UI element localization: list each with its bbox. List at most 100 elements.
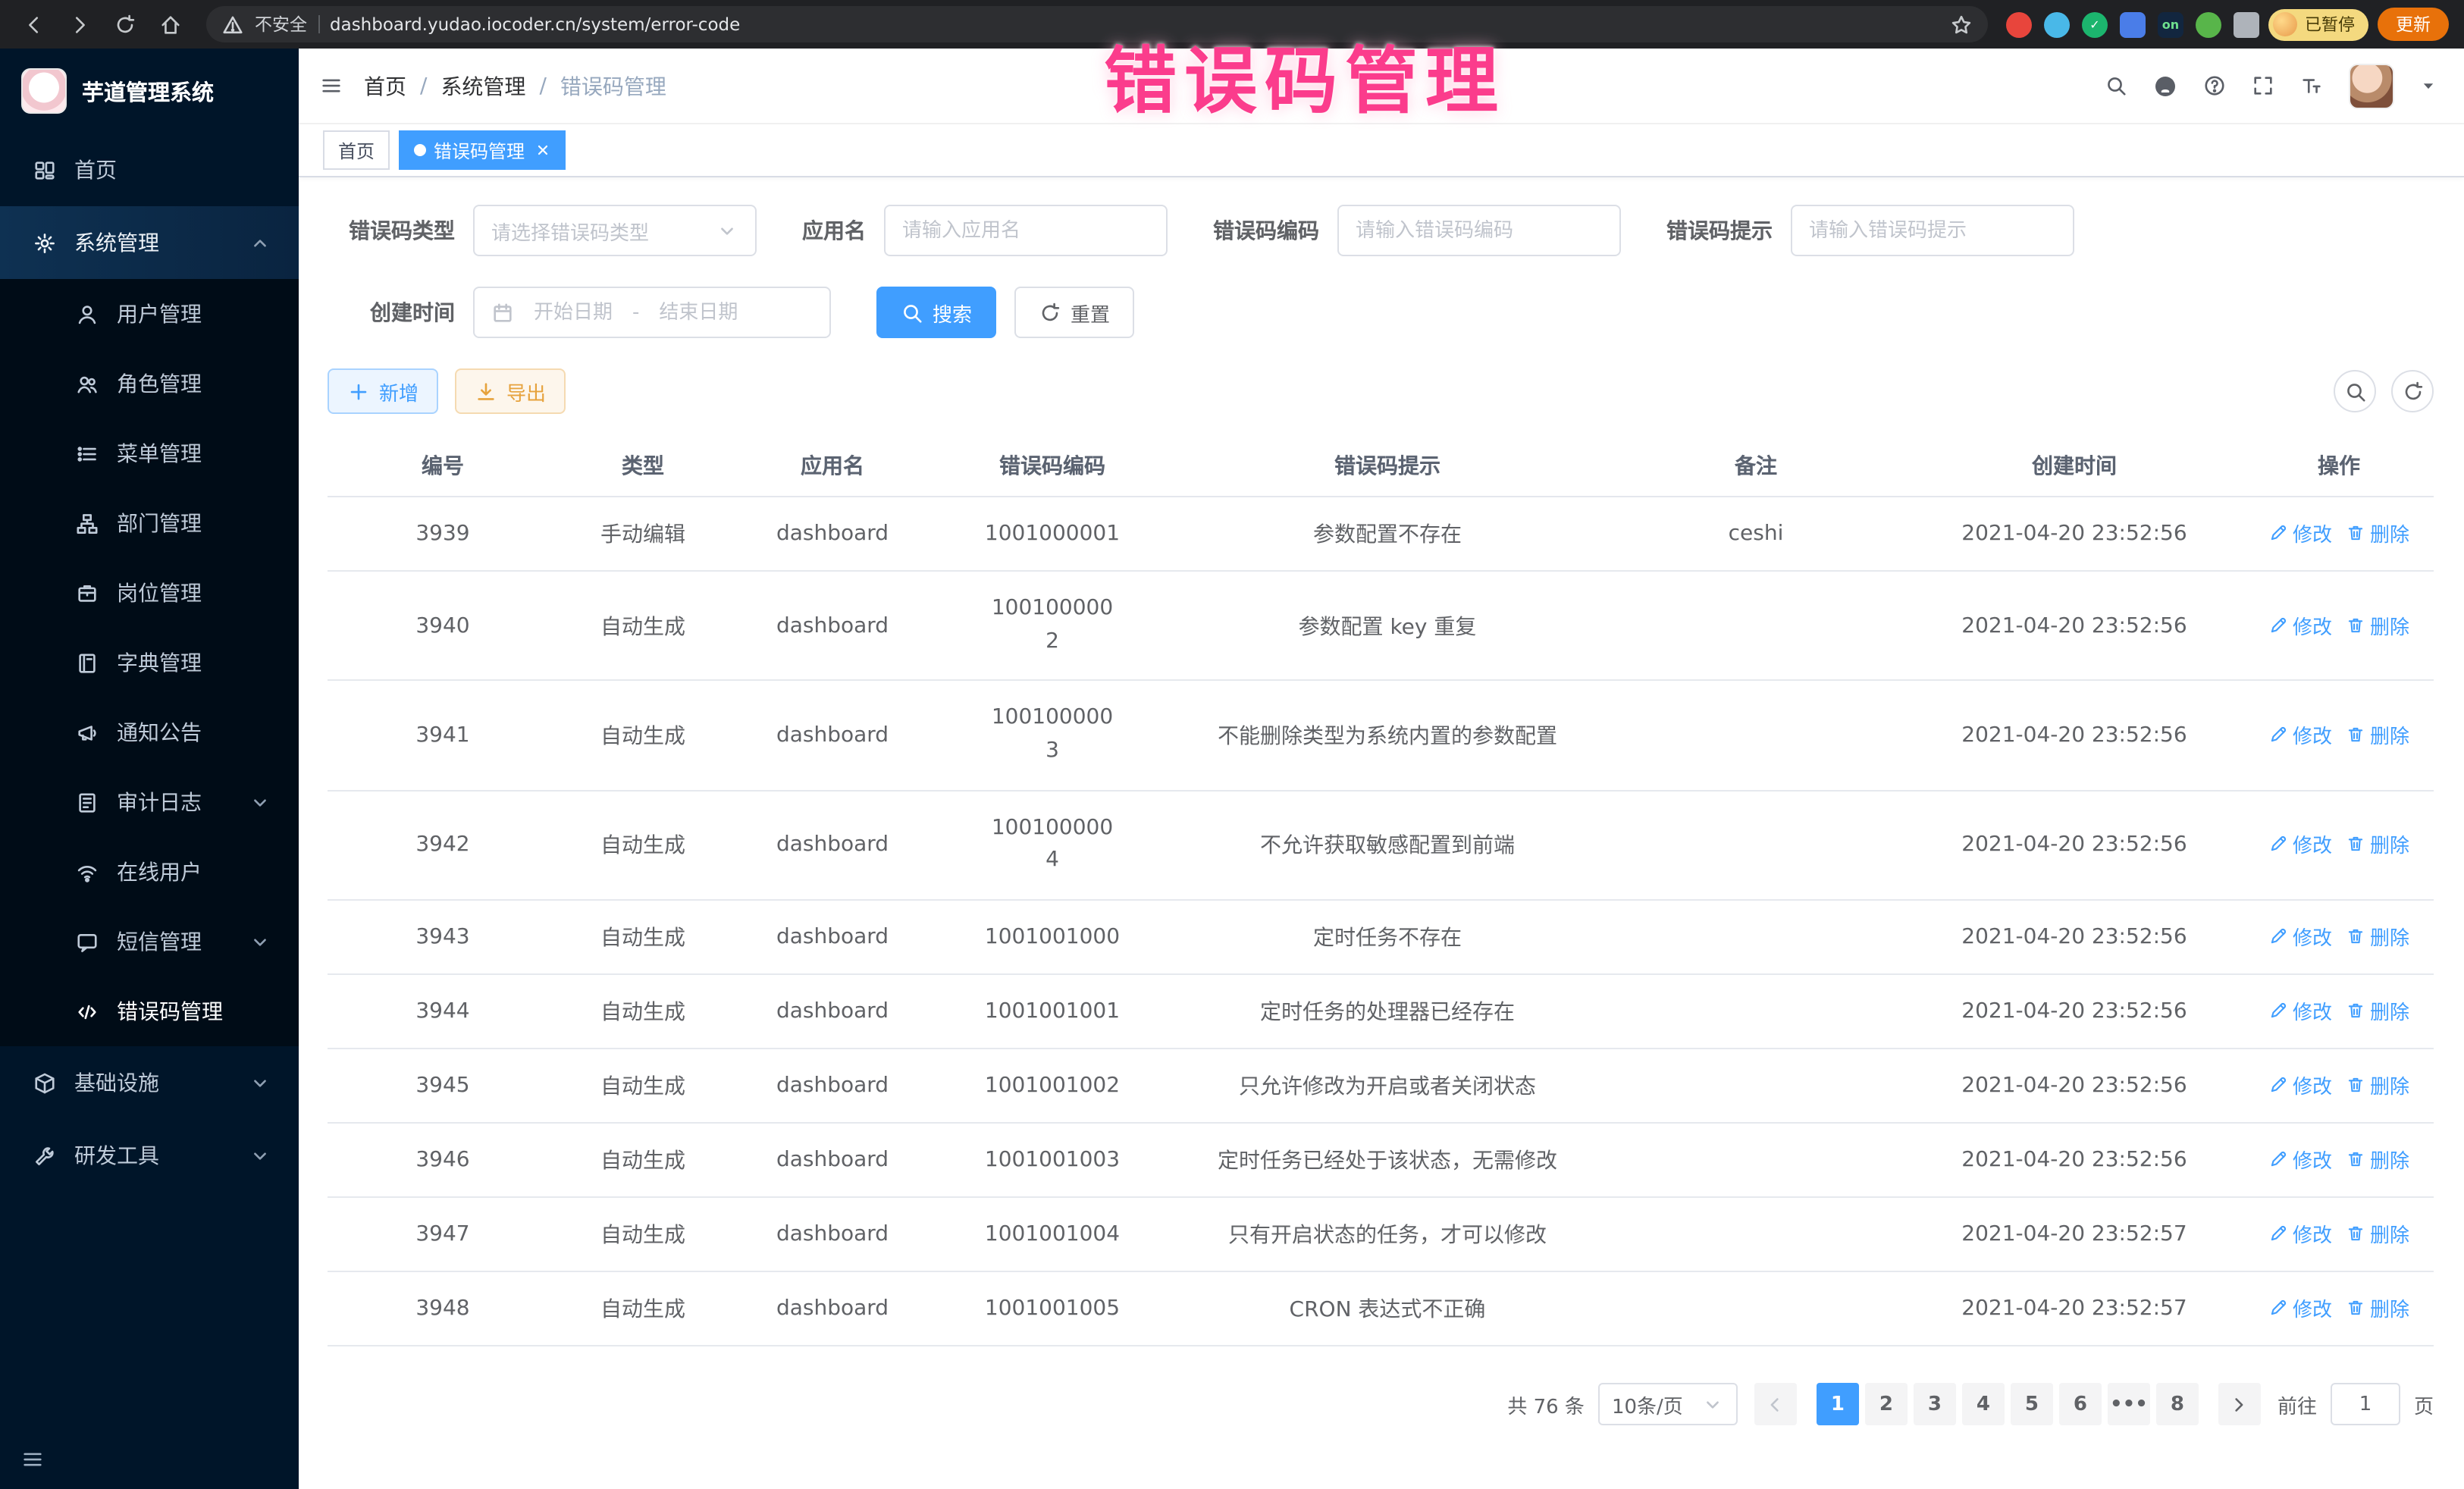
page-button-6[interactable]: 6 xyxy=(2059,1383,2102,1425)
sidebar-item-menu[interactable]: 菜单管理 xyxy=(0,418,299,488)
error-code-input[interactable] xyxy=(1356,219,1603,242)
github-icon[interactable] xyxy=(2153,74,2177,98)
edit-link[interactable]: 修改 xyxy=(2268,922,2332,951)
refresh-table-button[interactable] xyxy=(2391,370,2434,412)
reset-button[interactable]: 重置 xyxy=(1014,287,1134,338)
breadcrumb-item[interactable]: 首页 xyxy=(364,71,406,101)
edit-link[interactable]: 修改 xyxy=(2268,1293,2332,1322)
page-button-1[interactable]: 1 xyxy=(1817,1383,1859,1425)
cell-hint: 不能删除类型为系统内置的参数配置 xyxy=(1168,681,1607,791)
extension-puzzle-icon[interactable] xyxy=(2234,11,2259,37)
sidebar-item-error-code[interactable]: 错误码管理 xyxy=(0,976,299,1046)
export-button[interactable]: 导出 xyxy=(455,368,566,414)
browser-forward-icon[interactable] xyxy=(61,6,97,42)
cell-remark xyxy=(1607,1123,1904,1197)
breadcrumb-item[interactable]: 系统管理 xyxy=(440,71,525,101)
cell-code: 1001001003 xyxy=(937,1123,1168,1197)
sidebar-item-sms[interactable]: 短信管理 xyxy=(0,907,299,976)
sidebar-item-audit-log[interactable]: 审计日志 xyxy=(0,767,299,837)
date-range-picker[interactable]: - xyxy=(473,287,831,338)
edit-link[interactable]: 修改 xyxy=(2268,830,2332,859)
address-bar[interactable]: 不安全 dashboard.yudao.iocoder.cn/system/er… xyxy=(206,6,1988,42)
edit-link[interactable]: 修改 xyxy=(2268,610,2332,639)
goto-page-input[interactable] xyxy=(2331,1383,2400,1425)
search-button[interactable]: 搜索 xyxy=(876,287,996,338)
sidebar-item-home[interactable]: 首页 xyxy=(0,133,299,206)
help-icon[interactable] xyxy=(2203,74,2226,97)
delete-link[interactable]: 删除 xyxy=(2346,720,2409,749)
sidebar-collapse-icon[interactable] xyxy=(21,1447,44,1470)
extension-grid-icon[interactable] xyxy=(2120,11,2146,37)
header-search-icon[interactable] xyxy=(2105,74,2127,97)
extension-leaf-icon[interactable] xyxy=(2196,11,2221,37)
font-size-icon[interactable] xyxy=(2300,74,2323,97)
delete-link[interactable]: 删除 xyxy=(2346,610,2409,639)
toggle-search-button[interactable] xyxy=(2334,370,2376,412)
profile-paused-chip[interactable]: 已暂停 xyxy=(2268,8,2368,40)
date-start-input[interactable] xyxy=(525,301,622,324)
sidebar-item-dev-tools[interactable]: 研发工具 xyxy=(0,1119,299,1192)
user-avatar[interactable] xyxy=(2349,63,2394,108)
tab-错误码管理[interactable]: 错误码管理 xyxy=(399,130,566,170)
browser-reload-icon[interactable] xyxy=(106,6,143,42)
page-button-4[interactable]: 4 xyxy=(1962,1383,2005,1425)
add-button[interactable]: 新增 xyxy=(328,368,438,414)
delete-link[interactable]: 删除 xyxy=(2346,922,2409,951)
column-header: 应用名 xyxy=(728,435,937,497)
delete-link[interactable]: 删除 xyxy=(2346,996,2409,1025)
sidebar-item-role[interactable]: 角色管理 xyxy=(0,349,299,418)
delete-link[interactable]: 删除 xyxy=(2346,830,2409,859)
delete-link[interactable]: 删除 xyxy=(2346,1145,2409,1174)
page-button-8[interactable]: 8 xyxy=(2156,1383,2199,1425)
prev-page-button[interactable] xyxy=(1754,1383,1797,1425)
delete-link[interactable]: 删除 xyxy=(2346,519,2409,547)
browser-update-button[interactable]: 更新 xyxy=(2378,8,2449,41)
edit-link[interactable]: 修改 xyxy=(2268,1145,2332,1174)
edit-link[interactable]: 修改 xyxy=(2268,1071,2332,1099)
delete-link[interactable]: 删除 xyxy=(2346,1293,2409,1322)
bookmark-star-icon[interactable] xyxy=(1950,13,1973,36)
avatar-caret-down-icon[interactable] xyxy=(2420,77,2437,94)
tab-close-icon[interactable] xyxy=(535,143,550,158)
error-type-select[interactable]: 请选择错误码类型 xyxy=(473,205,757,256)
browser-back-icon[interactable] xyxy=(15,6,52,42)
error-hint-input[interactable] xyxy=(1809,219,2056,242)
app-name-input[interactable] xyxy=(902,219,1149,242)
fullscreen-icon[interactable] xyxy=(2252,74,2274,97)
sidebar-logo[interactable]: 芋道管理系统 xyxy=(0,49,299,133)
delete-link[interactable]: 删除 xyxy=(2346,1219,2409,1248)
sidebar-item-post[interactable]: 岗位管理 xyxy=(0,558,299,628)
sidebar-item-dict[interactable]: 字典管理 xyxy=(0,628,299,697)
sidebar-item-user[interactable]: 用户管理 xyxy=(0,279,299,349)
tab-首页[interactable]: 首页 xyxy=(323,130,390,170)
sidebar-item-dept[interactable]: 部门管理 xyxy=(0,488,299,558)
extension-drop-icon[interactable] xyxy=(2044,11,2070,37)
sidebar-item-infra[interactable]: 基础设施 xyxy=(0,1046,299,1119)
page-button-2[interactable]: 2 xyxy=(1865,1383,1908,1425)
sidebar-item-online-user[interactable]: 在线用户 xyxy=(0,837,299,907)
edit-link[interactable]: 修改 xyxy=(2268,720,2332,749)
edit-link[interactable]: 修改 xyxy=(2268,1219,2332,1248)
edit-link[interactable]: 修改 xyxy=(2268,996,2332,1025)
table-row: 3941自动生成dashboard1001000003不能删除类型为系统内置的参… xyxy=(328,681,2434,791)
browser-home-icon[interactable] xyxy=(152,6,188,42)
page-button-3[interactable]: 3 xyxy=(1914,1383,1956,1425)
date-end-input[interactable] xyxy=(650,301,747,324)
next-page-button[interactable] xyxy=(2218,1383,2261,1425)
edit-label: 修改 xyxy=(2293,1071,2332,1099)
extension-on-badge-icon[interactable]: on xyxy=(2158,11,2183,37)
edit-link[interactable]: 修改 xyxy=(2268,519,2332,547)
not-secure-warning-icon[interactable] xyxy=(221,13,244,36)
page-button-5[interactable]: 5 xyxy=(2011,1383,2053,1425)
refresh-icon xyxy=(2401,380,2424,403)
cell-code: 1001000004 xyxy=(937,791,1168,901)
cell-id: 3940 xyxy=(328,571,558,681)
page-size-select[interactable]: 10条/页 xyxy=(1598,1383,1738,1425)
page-ellipsis-button[interactable]: ••• xyxy=(2108,1383,2150,1425)
delete-link[interactable]: 删除 xyxy=(2346,1071,2409,1099)
extension-green-check-icon[interactable]: ✓ xyxy=(2082,11,2108,37)
sidebar-item-system[interactable]: 系统管理 xyxy=(0,206,299,279)
sidebar-item-notice[interactable]: 通知公告 xyxy=(0,697,299,767)
extension-red-icon[interactable] xyxy=(2006,11,2032,37)
menu-toggle-icon[interactable] xyxy=(320,74,343,97)
